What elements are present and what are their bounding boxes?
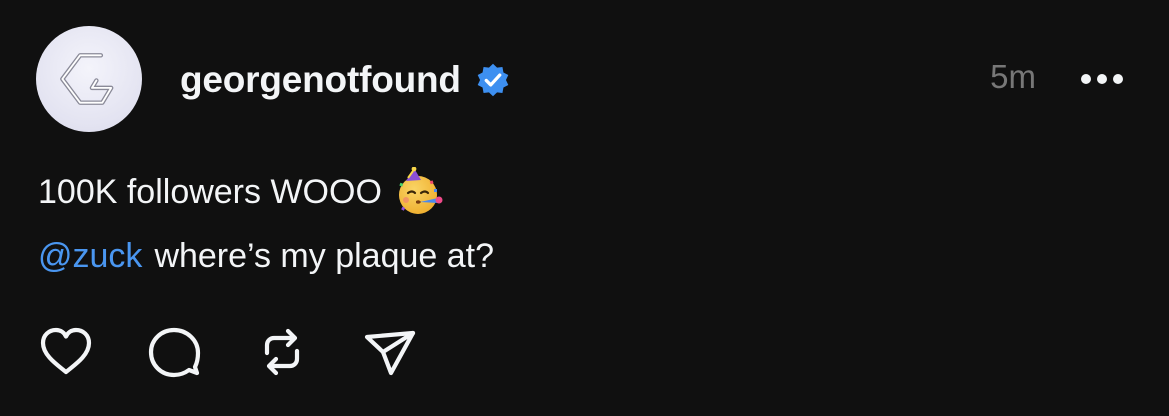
more-options-icon: [1081, 74, 1123, 84]
repost-icon: [264, 328, 300, 376]
repost-button[interactable]: [252, 322, 312, 382]
more-options-button[interactable]: [1080, 64, 1124, 94]
send-icon: [364, 330, 416, 376]
g-logo-icon: [60, 53, 114, 105]
heart-icon: [40, 327, 92, 375]
reply-button[interactable]: [144, 322, 204, 382]
username[interactable]: georgenotfound: [180, 59, 461, 101]
avatar[interactable]: [36, 26, 142, 132]
like-button[interactable]: [36, 322, 96, 382]
action-bar: [36, 320, 468, 384]
post-text-line-2: @zuck where’s my plaque at?: [38, 232, 494, 280]
partying-face-emoji-icon: [398, 167, 443, 214]
verified-badge-icon: [475, 62, 511, 98]
post-text: where’s my plaque at?: [154, 236, 495, 275]
post-text-line-1: 100K followers WOOO: [38, 167, 444, 216]
post-text: 100K followers WOOO: [38, 172, 382, 211]
post-timestamp: 5m: [990, 58, 1036, 95]
mention-link[interactable]: @zuck: [38, 237, 142, 276]
comment-icon: [148, 327, 201, 378]
share-button[interactable]: [360, 322, 420, 382]
post-header: georgenotfound: [180, 56, 511, 104]
